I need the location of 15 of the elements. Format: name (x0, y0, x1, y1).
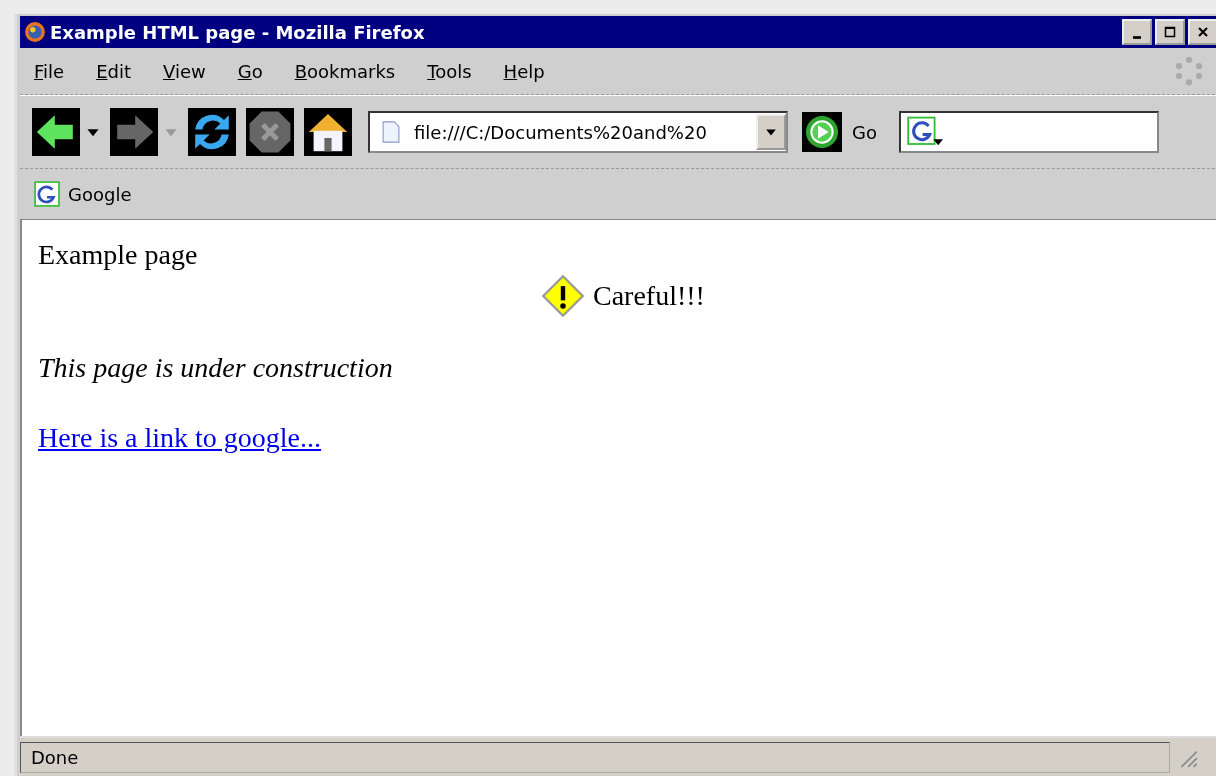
google-link[interactable]: Here is a link to google... (38, 421, 322, 454)
warning-text: Careful!!! (593, 279, 705, 312)
menu-item[interactable]: Help (503, 60, 561, 82)
menu-item[interactable]: View (163, 60, 222, 82)
bookmark-item[interactable]: Google (34, 181, 132, 207)
menu-item[interactable]: File (34, 60, 81, 82)
menu-item[interactable]: Tools (427, 60, 488, 82)
address-field[interactable]: file:///C:/Documents%20and%20 (368, 111, 788, 153)
menu-item[interactable]: Edit (96, 60, 147, 82)
status-text: Done (20, 741, 1170, 773)
window-title: Example HTML page - Mozilla Firefox (50, 21, 426, 43)
construction-note: This page is under construction (38, 351, 394, 384)
menu-item[interactable]: Bookmarks (294, 60, 412, 82)
menu-item[interactable]: Go (237, 60, 279, 82)
page-text: Example page (38, 238, 199, 272)
